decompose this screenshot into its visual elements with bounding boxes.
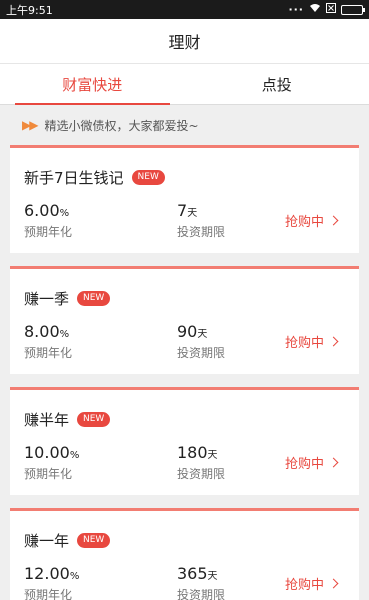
term-column: 7天 投资期限 (177, 201, 225, 240)
product-name: 赚一季 (24, 290, 70, 308)
status-time: 上午9:51 (6, 3, 53, 17)
product-card[interactable]: 赚半年 NEW 10.00% 预期年化 180天 投资期限 抢购中 (10, 387, 359, 495)
term-value: 180天 (177, 443, 218, 462)
tab-bar: 财富快进 点投 (0, 64, 369, 105)
status-icons: ··· (288, 3, 365, 16)
page-title: 理财 (0, 19, 369, 64)
product-title: 赚一年 NEW (24, 530, 111, 551)
rate-value: 8.00% (24, 322, 70, 341)
tab-point-invest[interactable]: 点投 (185, 64, 369, 104)
rate-value: 6.00% (24, 201, 70, 220)
product-name: 赚一年 (24, 532, 70, 550)
product-card[interactable]: 新手7日生钱记 NEW 6.00% 预期年化 7天 投资期限 抢购中 (10, 145, 359, 253)
buy-label: 抢购中 (284, 578, 324, 593)
new-badge: NEW (131, 170, 165, 185)
buy-button[interactable]: 抢购中 (284, 453, 339, 472)
product-title: 赚一季 NEW (24, 288, 111, 309)
term-label: 投资期限 (177, 346, 226, 360)
new-badge: NEW (77, 533, 111, 548)
fast-forward-icon: ▶▶ (22, 118, 39, 132)
notice-banner: ▶▶ 精选小微债权，大家都爱投~ (0, 105, 369, 145)
new-badge: NEW (77, 412, 111, 427)
term-label: 投资期限 (177, 588, 226, 600)
status-bar: 上午9:51 ··· (0, 0, 369, 19)
new-badge: NEW (77, 291, 111, 306)
rate-label: 预期年化 (24, 225, 73, 239)
term-column: 365天 投资期限 (177, 564, 225, 600)
notice-text: 精选小微债权，大家都爱投~ (44, 118, 199, 133)
product-title: 赚半年 NEW (24, 409, 111, 430)
buy-label: 抢购中 (284, 215, 324, 230)
term-column: 180天 投资期限 (177, 443, 225, 482)
rate-label: 预期年化 (24, 588, 73, 600)
buy-button[interactable]: 抢购中 (284, 574, 339, 593)
term-label: 投资期限 (177, 467, 226, 481)
term-value: 90天 (177, 322, 208, 341)
buy-button[interactable]: 抢购中 (284, 332, 339, 351)
product-name: 新手7日生钱记 (24, 169, 124, 187)
buy-label: 抢购中 (284, 336, 324, 351)
term-column: 90天 投资期限 (177, 322, 225, 361)
product-card[interactable]: 赚一季 NEW 8.00% 预期年化 90天 投资期限 抢购中 (10, 266, 359, 374)
chevron-right-icon (328, 578, 339, 589)
chevron-right-icon (328, 336, 339, 347)
term-label: 投资期限 (177, 225, 226, 239)
term-value: 7天 (177, 201, 198, 220)
buy-label: 抢购中 (284, 457, 324, 472)
buy-button[interactable]: 抢购中 (284, 211, 339, 230)
rate-column: 10.00% 预期年化 (24, 443, 79, 482)
rate-column: 6.00% 预期年化 (24, 201, 72, 240)
product-title: 新手7日生钱记 NEW (24, 167, 165, 188)
notification-dots: ··· (288, 3, 304, 16)
rate-label: 预期年化 (24, 346, 73, 360)
rate-value: 12.00% (24, 564, 80, 583)
term-value: 365天 (177, 564, 218, 583)
wifi-icon (309, 3, 321, 16)
rate-column: 8.00% 预期年化 (24, 322, 72, 361)
rate-column: 12.00% 预期年化 (24, 564, 79, 600)
chevron-right-icon (328, 215, 339, 226)
rate-label: 预期年化 (24, 467, 73, 481)
product-card[interactable]: 赚一年 NEW 12.00% 预期年化 365天 投资期限 抢购中 (10, 508, 359, 600)
rate-value: 10.00% (24, 443, 80, 462)
battery-icon (341, 4, 365, 15)
no-sim-icon (326, 3, 336, 16)
product-name: 赚半年 (24, 411, 70, 429)
chevron-right-icon (328, 457, 339, 468)
tab-wealth-fast[interactable]: 财富快进 (0, 64, 185, 105)
